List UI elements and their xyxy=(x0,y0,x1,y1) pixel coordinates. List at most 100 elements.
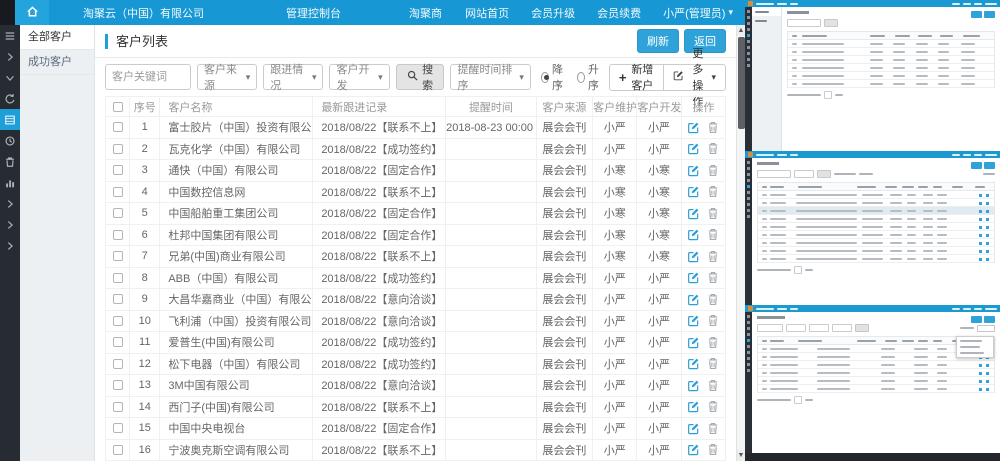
row-checkbox[interactable] xyxy=(113,230,123,240)
delete-icon[interactable] xyxy=(707,121,719,134)
select-all-checkbox[interactable] xyxy=(113,102,123,112)
edit-icon[interactable] xyxy=(687,336,700,349)
nav-link-console[interactable]: 管理控制台 xyxy=(286,5,341,21)
edit-icon[interactable] xyxy=(687,142,700,155)
preview-thumbnail-2[interactable] xyxy=(745,151,1000,305)
edit-icon[interactable] xyxy=(687,400,700,413)
delete-icon[interactable] xyxy=(707,422,719,435)
delete-icon[interactable] xyxy=(707,443,719,456)
sidebar-item-all-customers[interactable]: 全部客户 xyxy=(20,25,94,50)
row-checkbox[interactable] xyxy=(113,122,123,132)
chevron-right-icon[interactable] xyxy=(0,214,20,235)
delete-icon[interactable] xyxy=(707,293,719,306)
customer-name: 3M中国有限公司 xyxy=(160,375,313,397)
trash-icon[interactable] xyxy=(0,151,20,172)
row-checkbox[interactable] xyxy=(113,423,123,433)
nav-link-site-home[interactable]: 网站首页 xyxy=(465,5,509,21)
edit-icon[interactable] xyxy=(687,121,700,134)
edit-icon[interactable] xyxy=(687,185,700,198)
user-menu[interactable]: 小严(管理员) ▾ xyxy=(663,5,733,21)
chart-icon[interactable] xyxy=(0,172,20,193)
operations-cell xyxy=(681,203,725,225)
nav-link-member-upgrade[interactable]: 会员升级 xyxy=(531,5,575,21)
table-row: 3 通快（中国）有限公司 2018/08/22【固定合作】 展会会刊 小寒 小寒 xyxy=(106,160,726,182)
followup-status-select[interactable]: 跟进情况 ▾ xyxy=(263,64,323,90)
table-row: 14 西门子(中国)有限公司 2018/08/22【联系不上】 展会会刊 小严 … xyxy=(106,396,726,418)
list-icon[interactable] xyxy=(0,109,20,130)
row-checkbox[interactable] xyxy=(113,380,123,390)
preview-thumbnail-1[interactable] xyxy=(745,0,1000,151)
remind-time-cell xyxy=(446,353,537,375)
nav-link-brand[interactable]: 淘聚商 xyxy=(409,5,442,21)
delete-icon[interactable] xyxy=(707,271,719,284)
row-checkbox[interactable] xyxy=(113,294,123,304)
row-checkbox[interactable] xyxy=(113,445,123,455)
keyword-input[interactable] xyxy=(105,64,191,90)
customer-keeper: 小严 xyxy=(593,138,637,160)
delete-icon[interactable] xyxy=(707,185,719,198)
delete-icon[interactable] xyxy=(707,314,719,327)
edit-icon[interactable] xyxy=(687,422,700,435)
row-checkbox[interactable] xyxy=(113,165,123,175)
delete-icon[interactable] xyxy=(707,228,719,241)
more-actions-button[interactable]: 更多操作 ▾ xyxy=(664,64,726,91)
customer-name: 富士胶片（中国）投资有限公司 xyxy=(160,117,313,139)
chevron-right-icon[interactable] xyxy=(0,235,20,256)
edit-icon[interactable] xyxy=(687,271,700,284)
scroll-down-arrow[interactable]: ▼ xyxy=(737,450,745,461)
edit-icon[interactable] xyxy=(687,228,700,241)
delete-icon[interactable] xyxy=(707,250,719,263)
remind-sort-select[interactable]: 提醒时间排序 ▾ xyxy=(450,64,530,90)
home-button[interactable] xyxy=(15,0,49,25)
delete-icon[interactable] xyxy=(707,400,719,413)
edit-icon[interactable] xyxy=(687,443,700,456)
row-checkbox[interactable] xyxy=(113,273,123,283)
vertical-scrollbar[interactable]: ▲ ▼ xyxy=(736,25,745,461)
chevron-down-icon[interactable] xyxy=(0,67,20,88)
row-checkbox[interactable] xyxy=(113,359,123,369)
nav-link-member-renew[interactable]: 会员续费 xyxy=(597,5,641,21)
row-checkbox[interactable] xyxy=(113,402,123,412)
edit-icon[interactable] xyxy=(687,250,700,263)
edit-icon[interactable] xyxy=(687,314,700,327)
customer-develop-select[interactable]: 客户开发 ▾ xyxy=(329,64,389,90)
customer-developer: 小寒 xyxy=(637,224,681,246)
edit-icon[interactable] xyxy=(687,207,700,220)
col-header-ops: 操作 xyxy=(681,97,725,117)
sort-desc-radio[interactable]: 降序 xyxy=(541,61,567,93)
customer-source: 展会会刊 xyxy=(536,396,592,418)
refresh-button[interactable]: 刷新 xyxy=(637,29,679,53)
sort-asc-radio[interactable]: 升序 xyxy=(577,61,603,93)
company-name[interactable]: 淘聚云（中国）有限公司 xyxy=(83,5,204,21)
search-button[interactable]: 搜索 xyxy=(396,64,445,90)
menu-icon[interactable] xyxy=(0,25,20,46)
remind-time-cell xyxy=(446,267,537,289)
edit-icon[interactable] xyxy=(687,379,700,392)
edit-icon[interactable] xyxy=(687,293,700,306)
delete-icon[interactable] xyxy=(707,142,719,155)
delete-icon[interactable] xyxy=(707,164,719,177)
delete-icon[interactable] xyxy=(707,336,719,349)
delete-icon[interactable] xyxy=(707,207,719,220)
preview-thumbnail-3[interactable] xyxy=(745,305,1000,453)
row-checkbox[interactable] xyxy=(113,187,123,197)
add-customer-button[interactable]: + 新增客户 xyxy=(609,64,664,91)
scroll-up-arrow[interactable]: ▲ xyxy=(737,25,745,36)
delete-icon[interactable] xyxy=(707,379,719,392)
row-checkbox[interactable] xyxy=(113,251,123,261)
edit-icon[interactable] xyxy=(687,164,700,177)
chevron-right-icon[interactable] xyxy=(0,193,20,214)
edit-icon[interactable] xyxy=(687,357,700,370)
undo-icon[interactable] xyxy=(0,88,20,109)
sidebar-item-success-customers[interactable]: 成功客户 xyxy=(20,50,94,75)
delete-icon[interactable] xyxy=(707,357,719,370)
customer-source-select[interactable]: 客户来源 ▾ xyxy=(197,64,257,90)
scrollbar-thumb[interactable] xyxy=(738,37,745,129)
history-icon[interactable] xyxy=(0,130,20,151)
customer-developer: 小严 xyxy=(637,439,681,461)
row-checkbox[interactable] xyxy=(113,337,123,347)
chevron-right-icon[interactable] xyxy=(0,46,20,67)
row-checkbox[interactable] xyxy=(113,208,123,218)
row-checkbox[interactable] xyxy=(113,316,123,326)
row-checkbox[interactable] xyxy=(113,144,123,154)
